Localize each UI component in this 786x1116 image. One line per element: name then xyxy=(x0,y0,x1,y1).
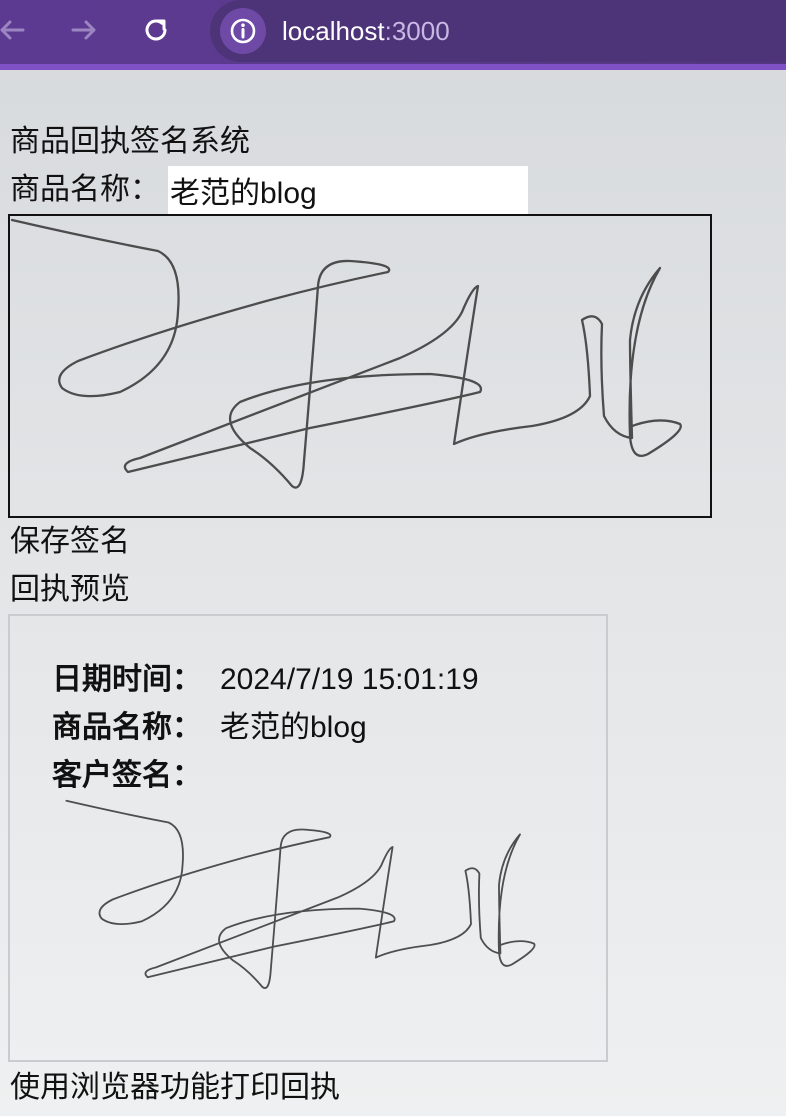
site-info-button[interactable] xyxy=(220,8,266,54)
arrow-left-icon xyxy=(0,20,25,40)
receipt-preview: 日期时间： 2024/7/19 15:01:19 商品名称： 老范的blog 客… xyxy=(8,614,608,1062)
signature-canvas[interactable] xyxy=(8,214,712,518)
url-port: :3000 xyxy=(384,16,450,46)
forward-button[interactable] xyxy=(64,10,104,50)
print-instructions: 使用浏览器功能打印回执 xyxy=(10,1070,340,1105)
receipt-signature-label: 客户签名： xyxy=(52,758,202,793)
product-name-label: 商品名称： xyxy=(10,172,160,207)
address-text: localhost:3000 xyxy=(282,14,450,48)
receipt-product-label: 商品名称： xyxy=(52,710,202,745)
info-icon xyxy=(230,18,256,44)
preview-title: 回执预览 xyxy=(10,572,130,607)
signature-drawing xyxy=(10,218,682,489)
receipt-signature-image xyxy=(65,799,536,989)
receipt-product-value: 老范的blog xyxy=(220,711,367,744)
receipt-date-label: 日期时间： xyxy=(52,662,202,697)
browser-toolbar: localhost:3000 xyxy=(0,0,786,70)
url-host: localhost xyxy=(282,16,385,46)
page-title: 商品回执签名系统 xyxy=(10,124,250,159)
reload-button[interactable] xyxy=(136,10,176,50)
back-button[interactable] xyxy=(0,10,32,50)
product-name-input[interactable] xyxy=(168,166,528,214)
arrow-right-icon xyxy=(71,20,96,40)
receipt-date-value: 2024/7/19 15:01:19 xyxy=(220,663,479,696)
reload-icon xyxy=(145,19,167,41)
save-signature-button[interactable]: 保存签名 xyxy=(10,522,130,562)
